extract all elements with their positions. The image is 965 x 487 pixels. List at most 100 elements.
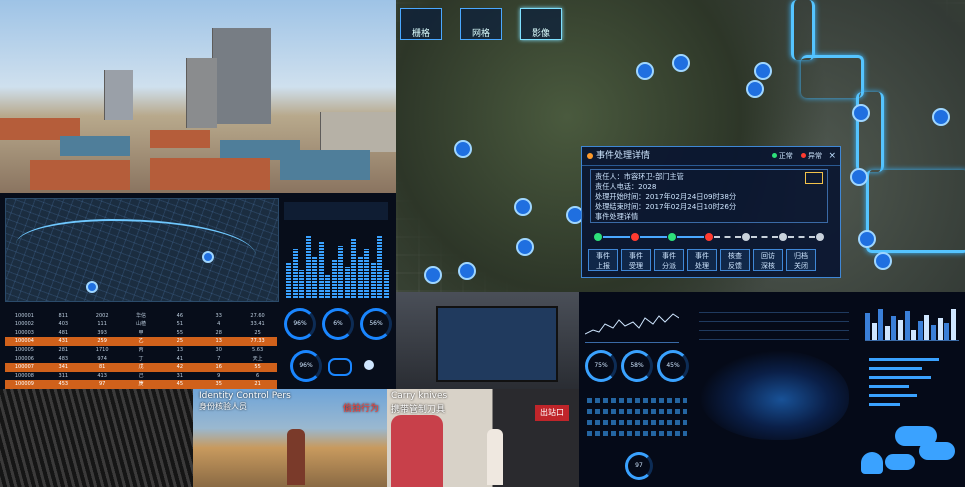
ring-gauge: 45% (657, 350, 689, 382)
step-button[interactable]: 核查 反馈 (720, 249, 750, 271)
bar (383, 270, 389, 298)
china-heat-map[interactable] (699, 350, 849, 440)
bike-parking-camera[interactable] (0, 389, 193, 487)
bar (357, 256, 363, 298)
map-marker-icon[interactable] (424, 266, 442, 284)
exit-sign: 出站口 (535, 405, 569, 421)
table-row[interactable]: 100006 483 974 丁 41 7 天上 (5, 355, 277, 364)
gauge-value: 6% (333, 320, 343, 327)
step-button[interactable]: 事件 分派 (654, 249, 684, 271)
table-row[interactable]: 100007 341 81 戊 42 16 55 (5, 363, 277, 372)
ring-gauge: 6% (322, 308, 354, 340)
map-tab-grid[interactable]: 网格 (460, 8, 502, 40)
map-marker-icon[interactable] (636, 62, 654, 80)
table-cell: 31 (176, 372, 184, 379)
step-label: 深核 (761, 262, 775, 270)
step-button[interactable]: 事件 受理 (621, 249, 651, 271)
table-cell: 42 (176, 364, 184, 371)
identity-label-cn: 身份核验人员 (199, 402, 247, 411)
identity-label-en: Identity Control Pers (199, 391, 291, 401)
table-cell: 7 (217, 355, 221, 362)
table-cell: 811 (58, 312, 69, 319)
step-label: 事件 (596, 252, 610, 260)
table-cell: 21 (254, 381, 261, 388)
user-icon (861, 452, 883, 474)
close-icon[interactable]: × (828, 147, 836, 165)
map-marker-icon[interactable] (516, 238, 534, 256)
step-button[interactable]: 回访 深核 (753, 249, 783, 271)
ring-gauge: 96% (290, 350, 322, 382)
gauge-value: 96% (299, 362, 313, 369)
video-wall-room (396, 292, 581, 389)
street-camera[interactable]: Identity Control Pers 身份核验人员 偷拍行为 (193, 389, 387, 487)
owner-line: 责任人：市容环卫-部门主管 (595, 172, 684, 181)
table-row[interactable]: 100003 481 393 甲 55 28 25 (5, 329, 277, 338)
city-minimap[interactable] (5, 198, 279, 302)
person-figure (391, 415, 443, 487)
person-figure (487, 429, 503, 485)
bar (937, 317, 943, 340)
ring-gauge: 75% (585, 350, 617, 382)
table-row[interactable]: 100009 453 97 庚 45 35 21 (5, 380, 277, 389)
map-marker-icon[interactable] (454, 140, 472, 158)
table-cell: 393 (97, 329, 107, 336)
step-label: 核查 (728, 252, 742, 260)
step-dot-icon (705, 233, 713, 241)
map-tab-imagery[interactable]: 影像 (520, 8, 562, 40)
table-cell: 6 (255, 372, 260, 379)
event-detail-popup: 事件处理详情 正常 异常 × 责任人：市容环卫-部门主管 责任人电话：2028 … (581, 146, 841, 278)
table-cell: 97 (98, 381, 106, 388)
ring-gauge: 97 (625, 452, 653, 480)
step-dot-icon (668, 233, 676, 241)
map-marker-icon[interactable] (86, 281, 98, 293)
map-marker-icon[interactable] (932, 108, 950, 126)
table-row[interactable]: 100002 403 111 山楂 51 4 33.41 (5, 320, 277, 329)
low-building (320, 112, 396, 152)
table-cell: 100007 (14, 364, 34, 371)
table-row[interactable]: 100005 281 1710 丙 13 30 5.63 (5, 346, 277, 355)
end-time-line: 处理结束时间：2017年02月24日10时26分 (595, 202, 737, 211)
bar (344, 266, 350, 298)
table-cell: 乙 (138, 338, 144, 345)
map-marker-icon[interactable] (514, 198, 532, 216)
map-marker-icon[interactable] (458, 262, 476, 280)
map-marker-icon[interactable] (850, 168, 868, 186)
table-cell: 81 (98, 364, 106, 371)
map-marker-icon[interactable] (746, 80, 764, 98)
bar (370, 263, 376, 298)
start-time-line: 处理开始时间：2017年02月24日09时38分 (595, 192, 737, 201)
table-cell: 33 (215, 312, 222, 319)
step-buttons: 事件 上报 事件 受理 事件 分派 事件 处理 核查 反馈 回访 深核 归档 关闭 (588, 249, 836, 272)
table-row[interactable]: 100008 311 413 己 31 9 6 (5, 372, 277, 381)
table-cell: 111 (97, 321, 107, 328)
table-cell: 100003 (14, 329, 34, 336)
table-cell: 481 (58, 329, 69, 336)
table-row[interactable]: 100004 431 259 乙 25 13 77.33 (5, 337, 277, 346)
step-label: 上报 (596, 262, 610, 270)
table-row[interactable]: 100001 811 2002 华信 46 33 27.60 (5, 312, 277, 321)
progress-list (869, 352, 957, 412)
step-label: 事件 (695, 252, 709, 260)
video-wall-screen (436, 306, 558, 382)
data-table-small (699, 304, 849, 344)
table-cell: 30 (215, 346, 222, 353)
metro-camera[interactable]: Carry knives 携带管制刀具 出站口 (387, 389, 579, 487)
river-line (791, 0, 815, 60)
map-marker-icon[interactable] (858, 230, 876, 248)
table-header-cell (199, 303, 238, 312)
map-marker-icon[interactable] (754, 62, 772, 80)
step-button[interactable]: 事件 上报 (588, 249, 618, 271)
roof (280, 150, 370, 180)
bar (286, 263, 291, 298)
bar (931, 324, 936, 340)
step-button[interactable]: 归档 关闭 (786, 249, 816, 271)
map-tab-vector[interactable]: 栅格 (400, 8, 442, 40)
map-marker-icon[interactable] (672, 54, 690, 72)
table-cell: 5.63 (252, 346, 264, 353)
city-3d-view[interactable] (0, 0, 396, 193)
map-marker-icon[interactable] (852, 104, 870, 122)
step-button[interactable]: 事件 处理 (687, 249, 717, 271)
map-marker-icon[interactable] (202, 251, 214, 263)
table-cell: 13 (176, 346, 184, 353)
map-marker-icon[interactable] (874, 252, 892, 270)
